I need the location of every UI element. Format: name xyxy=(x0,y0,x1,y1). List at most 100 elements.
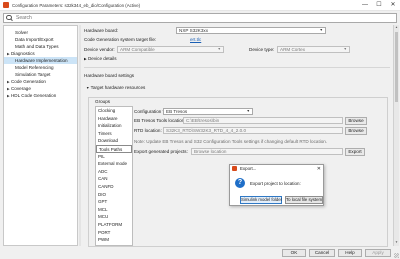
expand-arrow-icon[interactable]: ▶ xyxy=(7,94,10,98)
group-tab-pwm[interactable]: PWM xyxy=(96,236,132,244)
group-tab-dio[interactable]: DIO xyxy=(96,191,132,199)
sidebar-item-label: Coverage xyxy=(10,86,31,91)
window-title: Configuration Parameters: s32k344_eb_dio… xyxy=(12,2,141,8)
group-tab-timers[interactable]: Timers xyxy=(96,130,132,138)
ok-button[interactable]: OK xyxy=(282,249,306,257)
group-tab-hardware[interactable]: Hardware xyxy=(96,115,132,123)
group-tab-can[interactable]: CAN xyxy=(96,175,132,183)
close-button[interactable]: ✕ xyxy=(386,0,400,11)
apply-button[interactable]: Apply xyxy=(365,249,391,257)
group-tab-pil[interactable]: PIL xyxy=(96,153,132,161)
dialog-title: Export... xyxy=(240,166,257,171)
device-type-select[interactable]: ARM Cortex ▼ xyxy=(277,46,350,53)
expand-arrow-icon[interactable]: ▶ xyxy=(7,87,10,91)
matlab-app-icon xyxy=(3,2,9,8)
sidebar-item-hardware-implementation[interactable]: Hardware Implementation xyxy=(4,57,77,64)
target-resources-toggle[interactable]: ▼ Target hardware resources xyxy=(86,85,145,90)
group-tab-platform[interactable]: PLATFORM xyxy=(96,221,132,229)
chevron-down-icon: ▼ xyxy=(319,28,323,32)
sidebar-item-label: Solver xyxy=(15,30,29,35)
local-file-system-button[interactable]: To local file system xyxy=(285,196,323,204)
group-tab-mcl[interactable]: MCL xyxy=(96,206,132,214)
ert-tlc-link[interactable]: ert.tlc xyxy=(190,37,201,42)
sidebar-item-coverage[interactable]: ▶ Coverage xyxy=(4,85,77,92)
sidebar-item-math-data-types[interactable]: Math and Data Types xyxy=(4,43,77,50)
search-input[interactable] xyxy=(16,15,386,21)
sidebar-item-model-referencing[interactable]: Model Referencing xyxy=(4,64,77,71)
sidebar-item-code-generation[interactable]: ▶ Code Generation xyxy=(4,78,77,85)
hardware-board-label: Hardware board: xyxy=(84,28,119,33)
group-tab-external-mode[interactable]: External mode xyxy=(96,160,132,168)
cancel-button[interactable]: Cancel xyxy=(309,249,335,257)
expand-arrow-icon[interactable]: ▶ xyxy=(7,52,10,56)
hardware-board-value: NXP S32K3xx xyxy=(179,28,209,33)
export-location-field[interactable]: Browse location xyxy=(191,148,343,155)
browse-eb-button[interactable]: Browse xyxy=(345,117,367,125)
sidebar-item-label: Simulation Target xyxy=(15,72,51,77)
scroll-up-icon[interactable]: ▲ xyxy=(394,25,399,31)
group-tab-initialization[interactable]: Initialization xyxy=(96,122,132,130)
maximize-button[interactable]: ☐ xyxy=(372,0,386,11)
device-details-toggle[interactable]: ▶ Device details xyxy=(84,56,117,61)
divider xyxy=(84,67,390,68)
chevron-down-icon: ▼ xyxy=(343,47,347,51)
sidebar-item-label: HDL Code Generation xyxy=(10,93,57,98)
rtd-location-label: RTD location: xyxy=(134,128,162,133)
sidebar-item-hdl-code-generation[interactable]: ▶ HDL Code Generation xyxy=(4,92,77,99)
footer-bar: OK Cancel Help Apply xyxy=(0,248,400,259)
sidebar-item-solver[interactable]: Solver xyxy=(4,29,77,36)
scroll-down-icon[interactable]: ▼ xyxy=(394,240,399,246)
resize-grip-icon[interactable] xyxy=(394,253,399,258)
group-tab-spi[interactable]: SPI xyxy=(96,244,132,246)
chevron-down-icon: ▼ xyxy=(217,47,221,51)
rtd-note: Note: Update EB Tresos and S32 Configura… xyxy=(134,139,328,144)
export-label: Export generated projects: xyxy=(134,149,188,154)
minimize-button[interactable]: — xyxy=(358,0,372,11)
groups-list: Clocking Hardware Initialization Timers … xyxy=(95,106,133,246)
vertical-scrollbar[interactable]: ▲ ▼ xyxy=(393,25,399,246)
sidebar-item-label: Hardware Implementation xyxy=(15,58,68,63)
expand-arrow-icon: ▶ xyxy=(84,57,87,61)
eb-location-label: EB Tresos Tools location: xyxy=(134,118,186,123)
group-tab-tools-paths[interactable]: Tools Paths xyxy=(96,145,132,153)
simulink-model-folder-button[interactable]: Simulink model folder xyxy=(240,196,282,204)
expand-arrow-icon[interactable]: ▶ xyxy=(7,80,10,84)
collapse-arrow-icon: ▼ xyxy=(86,86,90,90)
group-tab-adc[interactable]: ADC xyxy=(96,168,132,176)
device-vendor-label: Device vendor: xyxy=(84,47,115,52)
export-button[interactable]: Export xyxy=(345,148,365,156)
title-bar: Configuration Parameters: s32k344_eb_dio… xyxy=(0,0,400,11)
sidebar-item-diagnostics[interactable]: ▶ Diagnostics xyxy=(4,50,77,57)
sidebar-item-label: Diagnostics xyxy=(10,51,35,56)
sidebar-item-label: Model Referencing xyxy=(15,65,54,70)
groups-label: Groups xyxy=(95,99,111,104)
group-tab-mcu[interactable]: MCU xyxy=(96,213,132,221)
sidebar-item-data-import-export[interactable]: Data Import/Export xyxy=(4,36,77,43)
browse-rtd-button[interactable]: Browse xyxy=(345,127,367,135)
config-tool-value: EB Tresos xyxy=(166,109,188,114)
eb-location-field[interactable]: C:\EB\tresos\bin xyxy=(183,117,343,124)
target-resources-label: Target hardware resources xyxy=(90,85,146,90)
dialog-close-icon[interactable]: ✕ xyxy=(317,165,321,173)
group-tab-download[interactable]: Download xyxy=(96,137,132,145)
sidebar-item-label: Math and Data Types xyxy=(15,44,59,49)
config-tool-select[interactable]: EB Tresos ▼ xyxy=(163,108,253,115)
device-vendor-select[interactable]: ARM Compatible ▼ xyxy=(117,46,224,53)
group-tab-gpt[interactable]: GPT xyxy=(96,198,132,206)
sidebar-item-simulation-target[interactable]: Simulation Target xyxy=(4,71,77,78)
export-dialog: Export... ✕ ? Export project to location… xyxy=(229,164,324,206)
search-box[interactable] xyxy=(3,13,397,23)
sidebar-item-label: Code Generation xyxy=(10,79,46,84)
group-tab-canfd[interactable]: CANFD xyxy=(96,183,132,191)
device-details-label: Device details xyxy=(87,56,117,61)
category-tree: Solver Data Import/Export Math and Data … xyxy=(3,25,78,246)
scrollbar-thumb[interactable] xyxy=(395,32,398,102)
chevron-down-icon: ▼ xyxy=(246,109,250,113)
group-tab-port[interactable]: PORT xyxy=(96,229,132,237)
group-tab-clocking[interactable]: Clocking xyxy=(96,107,132,115)
help-button[interactable]: Help xyxy=(338,249,362,257)
hardware-board-select[interactable]: NXP S32K3xx ▼ xyxy=(176,27,326,34)
search-icon xyxy=(6,14,13,22)
device-type-value: ARM Cortex xyxy=(280,47,306,52)
rtd-location-field[interactable]: S32K3_RTD\SW32K3_RTD_4_4_2.0.0 xyxy=(163,127,343,134)
